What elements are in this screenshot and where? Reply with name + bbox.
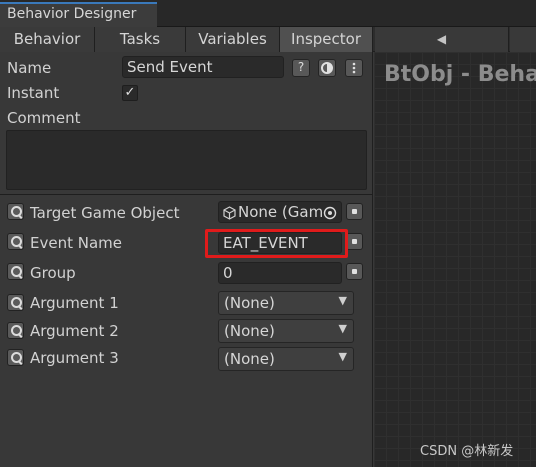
- name-field[interactable]: Send Event: [122, 56, 284, 78]
- dropdown-arrow-icon: ▼: [338, 350, 347, 363]
- target-game-object-field[interactable]: None (Gam: [218, 201, 342, 223]
- tab-tasks[interactable]: Tasks: [95, 27, 186, 52]
- search-icon[interactable]: [7, 294, 24, 311]
- event-name-highlight-box: [205, 229, 348, 258]
- argument-2-dropdown[interactable]: (None) ▼: [218, 319, 354, 343]
- event-name-label: Event Name: [30, 234, 122, 252]
- preset-icon[interactable]: [318, 59, 336, 77]
- search-icon[interactable]: [7, 203, 24, 220]
- argument-3-dropdown[interactable]: (None) ▼: [218, 347, 354, 371]
- instant-checkbox[interactable]: ✓: [122, 85, 138, 101]
- search-icon[interactable]: [7, 349, 24, 366]
- argument-1-value: (None): [224, 294, 275, 312]
- tab-inspector[interactable]: Inspector: [280, 27, 373, 52]
- dropdown-arrow-icon: ▼: [338, 294, 347, 307]
- target-game-object-value: None (Gam: [238, 203, 324, 221]
- comment-textarea[interactable]: [6, 130, 367, 190]
- dropdown-arrow-icon: ▼: [338, 322, 347, 335]
- target-picker-icon[interactable]: [322, 205, 338, 221]
- graph-canvas[interactable]: BtObj - Beha CSDN @林新发: [374, 52, 536, 467]
- help-icon[interactable]: ?: [292, 59, 310, 77]
- graph-title: BtObj - Beha: [384, 62, 536, 87]
- tab-variables[interactable]: Variables: [186, 27, 280, 52]
- inspector-panel: Name Send Event ? Instant ✓ Comment Targ…: [0, 52, 373, 467]
- window-titlebar: Behavior Designer: [0, 0, 536, 27]
- nav-right-segment[interactable]: [510, 27, 536, 52]
- comment-label: Comment: [7, 109, 81, 127]
- watermark: CSDN @林新发: [420, 444, 514, 459]
- argument-3-value: (None): [224, 350, 275, 368]
- argument-3-label: Argument 3: [30, 349, 119, 367]
- gear-icon[interactable]: [345, 59, 363, 77]
- argument-2-label: Argument 2: [30, 322, 119, 340]
- dot-button-icon[interactable]: [346, 263, 363, 280]
- back-arrow-icon[interactable]: ◀: [375, 27, 509, 52]
- name-label: Name: [7, 59, 52, 77]
- search-icon[interactable]: [7, 233, 24, 250]
- search-icon[interactable]: [7, 263, 24, 280]
- group-field[interactable]: 0: [218, 262, 342, 284]
- group-label: Group: [30, 264, 76, 282]
- instant-label: Instant: [7, 84, 60, 102]
- argument-1-label: Argument 1: [30, 294, 119, 312]
- section-divider: [0, 194, 373, 195]
- argument-1-dropdown[interactable]: (None) ▼: [218, 291, 354, 315]
- argument-2-value: (None): [224, 322, 275, 340]
- dot-button-icon[interactable]: [346, 233, 363, 250]
- search-icon[interactable]: [7, 322, 24, 339]
- dot-button-icon[interactable]: [346, 203, 363, 220]
- window-title-tab[interactable]: Behavior Designer: [0, 2, 157, 27]
- target-game-object-label: Target Game Object: [30, 204, 180, 222]
- gameobject-icon: [223, 206, 236, 222]
- tab-behavior[interactable]: Behavior: [0, 27, 95, 52]
